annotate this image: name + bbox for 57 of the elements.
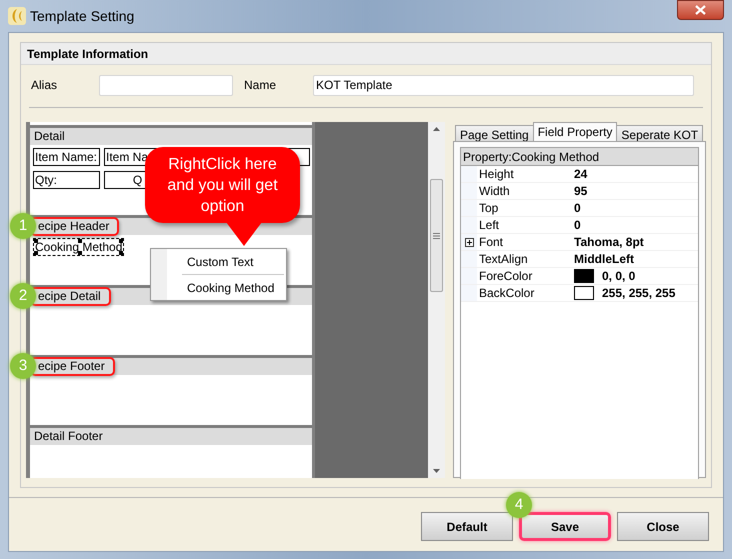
step-badge: 1 [10, 213, 36, 239]
group-title: Template Information [27, 46, 148, 62]
grip-icon [433, 232, 440, 238]
property-row[interactable]: BackColor 255, 255, 255 [461, 285, 698, 302]
property-row[interactable]: Font Tahoma, 8pt [461, 234, 698, 251]
menu-item[interactable]: Custom Text [167, 252, 286, 271]
section-title: Detail Footer [33, 428, 104, 445]
step-badge: 4 [506, 492, 532, 518]
report-field[interactable]: Item Name: [33, 148, 100, 166]
property-value[interactable]: Tahoma, 8pt [574, 233, 644, 251]
property-name: Top [479, 200, 498, 217]
close-button[interactable] [677, 0, 724, 20]
property-value[interactable]: 255, 255, 255 [602, 284, 676, 302]
property-value[interactable]: 0, 0, 0 [602, 267, 636, 285]
alias-label: Alias [31, 77, 58, 94]
property-row[interactable]: Height 24 [461, 166, 698, 183]
property-value[interactable]: 24 [574, 165, 588, 183]
property-title: Property:Cooking Method [463, 148, 600, 166]
property-row[interactable]: ForeColor 0, 0, 0 [461, 268, 698, 285]
property-row[interactable]: Left 0 [461, 217, 698, 234]
property-name: Width [479, 183, 510, 200]
dialog-button[interactable]: Save [519, 512, 611, 541]
menu-gutter [151, 249, 167, 300]
vertical-scrollbar[interactable] [428, 122, 445, 478]
property-row[interactable]: TextAlign MiddleLeft [461, 251, 698, 268]
name-label: Name [244, 77, 278, 94]
step-badge: 2 [10, 283, 36, 309]
property-name: BackColor [479, 285, 534, 302]
expand-icon[interactable] [464, 238, 474, 246]
property-value[interactable]: 0 [574, 199, 581, 217]
dialog-button[interactable]: Default [421, 512, 513, 541]
property-name: Left [479, 217, 500, 234]
property-name: Height [479, 166, 514, 183]
property-row[interactable]: Width 95 [461, 183, 698, 200]
report-field[interactable]: Cooking Method [33, 238, 124, 256]
property-value[interactable]: 0 [574, 216, 581, 234]
close-icon [695, 5, 706, 15]
name-field[interactable]: KOT Template [313, 74, 694, 96]
section-title: Detail [33, 128, 66, 145]
scroll-thumb[interactable] [430, 179, 443, 292]
tab[interactable]: Field Property [532, 122, 618, 141]
property-value[interactable]: MiddleLeft [574, 250, 634, 268]
window-title: Template Setting [30, 6, 134, 26]
property-name: TextAlign [479, 251, 528, 268]
property-name: Font [479, 234, 504, 251]
property-name: ForeColor [479, 268, 532, 285]
app-logo-icon [8, 7, 26, 25]
dialog-button[interactable]: Close [617, 512, 709, 541]
property-row[interactable]: Top 0 [461, 200, 698, 217]
alias-field[interactable] [99, 74, 233, 96]
property-value[interactable]: 95 [574, 182, 588, 200]
tab[interactable]: Page Setting [455, 125, 534, 141]
step-badge: 3 [10, 353, 36, 379]
tab[interactable]: Seperate KOT [616, 125, 704, 141]
menu-item[interactable]: Cooking Method [167, 278, 286, 297]
tooltip-pointer [226, 222, 262, 246]
report-field[interactable]: Qty: [33, 171, 100, 189]
